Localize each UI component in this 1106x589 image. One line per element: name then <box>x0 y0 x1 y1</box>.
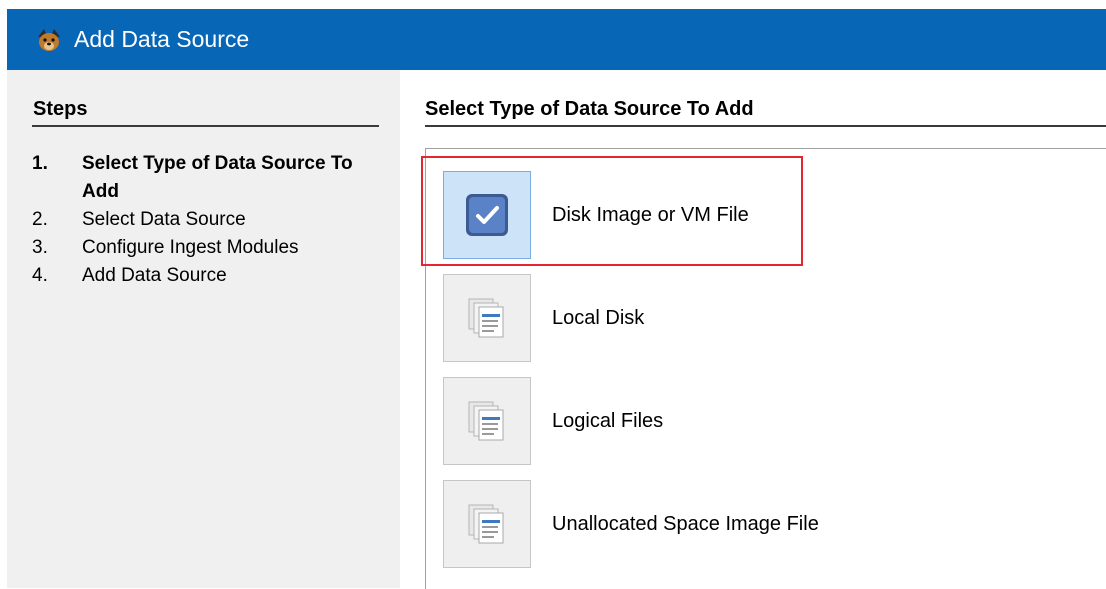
option-label: Disk Image or VM File <box>552 203 749 226</box>
step-label: Select Type of Data Source To Add <box>82 153 353 202</box>
option-label: Local Disk <box>552 306 645 329</box>
option-logical-files[interactable]: Logical Files <box>443 375 1103 467</box>
disk-image-icon <box>466 194 508 236</box>
logical-files-icon <box>468 401 504 441</box>
step-number: 2. <box>32 209 48 230</box>
main-panel: Select Type of Data Source To Add Disk I… <box>400 70 1106 589</box>
options-list: Disk Image or VM File Local Disk Logical… <box>425 148 1106 589</box>
option-button[interactable] <box>443 171 531 259</box>
step-number: 4. <box>32 265 48 286</box>
autopsy-dog-icon <box>38 28 60 51</box>
steps-divider <box>32 125 379 127</box>
option-label: Logical Files <box>552 409 664 432</box>
step-number: 3. <box>32 237 48 258</box>
steps-list: 1. Select Type of Data Source To Add 2. … <box>32 150 392 290</box>
steps-panel: Steps 1. Select Type of Data Source To A… <box>7 70 400 588</box>
step-item: 3. Configure Ingest Modules <box>32 234 392 262</box>
steps-header: Steps <box>33 98 88 120</box>
option-button[interactable] <box>443 377 531 465</box>
step-label: Add Data Source <box>82 265 227 286</box>
section-divider <box>425 125 1106 127</box>
section-header: Select Type of Data Source To Add <box>425 98 754 120</box>
option-disk-image[interactable]: Disk Image or VM File <box>443 169 1103 261</box>
option-label: Unallocated Space Image File <box>552 512 819 535</box>
option-unallocated-space[interactable]: Unallocated Space Image File <box>443 478 1103 570</box>
step-item: 4. Add Data Source <box>32 262 392 290</box>
option-button[interactable] <box>443 274 531 362</box>
step-item: 2. Select Data Source <box>32 206 392 234</box>
option-local-disk[interactable]: Local Disk <box>443 272 1103 364</box>
window-title: Add Data Source <box>74 26 250 52</box>
title-bar: Add Data Source <box>7 9 1106 70</box>
unallocated-space-icon <box>468 504 504 544</box>
option-button[interactable] <box>443 480 531 568</box>
local-disk-icon <box>468 298 504 338</box>
step-number: 1. <box>32 153 48 174</box>
step-item: 1. Select Type of Data Source To Add <box>32 150 392 206</box>
step-label: Configure Ingest Modules <box>82 237 299 258</box>
step-label: Select Data Source <box>82 209 246 230</box>
